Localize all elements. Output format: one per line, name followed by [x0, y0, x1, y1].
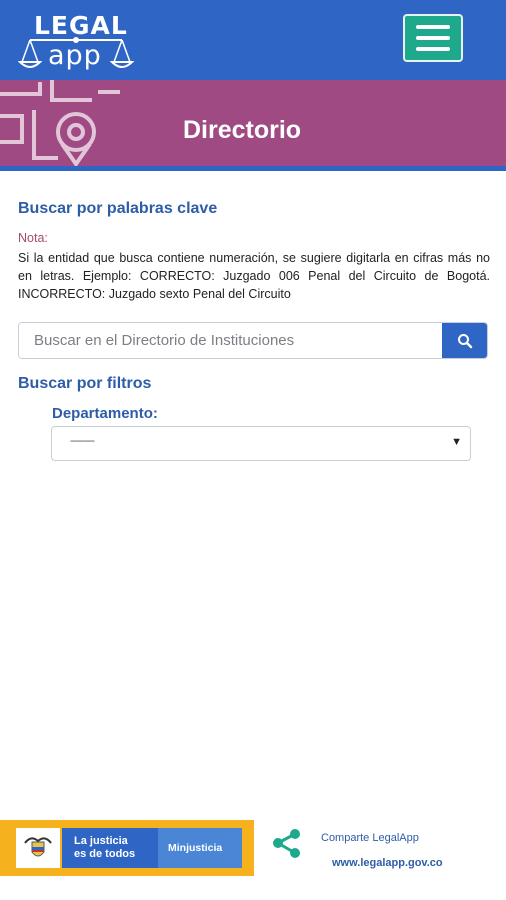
hamburger-icon: [416, 25, 450, 29]
hamburger-icon-bar: [416, 47, 450, 51]
brand-slogan: La justicia es de todos: [62, 828, 158, 868]
department-label: Departamento:: [52, 405, 158, 422]
keyword-search-title: Buscar por palabras clave: [18, 200, 218, 217]
department-selected-value: ---------: [70, 435, 95, 447]
banner-divider: [0, 166, 506, 171]
note-text: Si la entidad que busca contiene numerac…: [18, 251, 490, 301]
page-banner: Directorio: [0, 80, 506, 166]
search-bar: [18, 322, 488, 359]
brand-slogan-line: La justicia: [74, 835, 128, 847]
search-icon: [457, 333, 472, 348]
search-input[interactable]: [19, 323, 442, 358]
logo-text-app: app: [48, 40, 102, 71]
website-link[interactable]: www.legalapp.gov.co: [332, 857, 443, 869]
department-select[interactable]: --------- ▼: [51, 426, 471, 461]
app-header: LEGAL app: [0, 0, 506, 80]
note-label: Nota:: [18, 231, 48, 245]
share-icon[interactable]: [270, 826, 304, 860]
hamburger-icon-bar: [416, 36, 450, 40]
page-title: Directorio: [183, 116, 302, 144]
dropdown-arrow-icon: ▼: [451, 436, 462, 448]
share-link[interactable]: Comparte LegalApp: [321, 832, 419, 844]
filters-title: Buscar por filtros: [18, 375, 152, 392]
brand-slogan-line: es de todos: [74, 848, 136, 860]
ministry-name: Minjusticia: [158, 828, 242, 868]
government-brand-banner[interactable]: La justicia es de todos Minjusticia: [0, 820, 254, 876]
colombia-coat-of-arms-icon: [16, 828, 60, 868]
location-pattern-icon: [0, 80, 120, 166]
menu-button[interactable]: [403, 14, 463, 62]
legalapp-logo[interactable]: LEGAL app: [18, 8, 136, 76]
search-button[interactable]: [442, 323, 487, 358]
